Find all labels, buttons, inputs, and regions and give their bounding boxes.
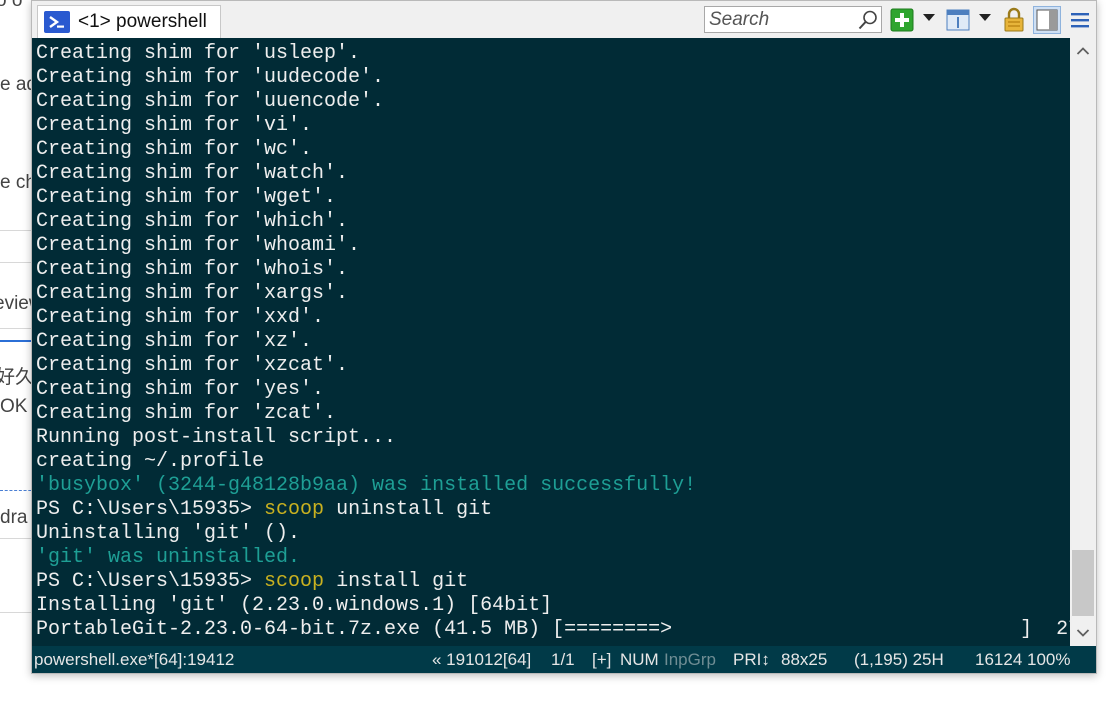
panel-toggle-icon[interactable] xyxy=(1033,6,1061,34)
console-line: Uninstalling 'git' (). xyxy=(36,522,300,546)
console-text: 'git' was uninstalled. xyxy=(36,546,301,569)
console-text: PortableGit-2.23.0-64-bit.7z.exe (41.5 M… xyxy=(36,618,1070,641)
console-text: Creating shim for 'xargs'. xyxy=(36,282,349,305)
console-text: Creating shim for 'uuencode'. xyxy=(36,90,385,113)
scroll-down-icon[interactable] xyxy=(1070,620,1096,646)
console-line: Creating shim for 'wc'. xyxy=(36,138,312,162)
console-line: 'busybox' (3244-g48128b9aa) was installe… xyxy=(36,474,696,498)
toolbar: <1> powershell xyxy=(32,1,1096,38)
lock-icon[interactable] xyxy=(1001,7,1027,33)
console-line: Creating shim for 'xzcat'. xyxy=(36,354,348,378)
console-text: Creating shim for 'wc'. xyxy=(36,138,313,161)
console-line: Creating shim for 'whoami'. xyxy=(36,234,360,258)
console-text: install git xyxy=(324,570,469,593)
split-view-icon[interactable] xyxy=(945,7,971,33)
console-line: Creating shim for 'xargs'. xyxy=(36,282,348,306)
status-size[interactable]: 88x25 xyxy=(781,650,827,670)
command-keyword: scoop xyxy=(264,498,325,521)
search-box xyxy=(704,6,882,33)
console-text: Creating shim for 'usleep'. xyxy=(36,42,361,65)
status-bar: powershell.exe*[64]:19412 « 191012[64] 1… xyxy=(32,646,1096,673)
console-line: Installing 'git' (2.23.0.windows.1) [64b… xyxy=(36,594,552,618)
console-text: Running post-install script... xyxy=(36,426,397,449)
status-keys-prefix[interactable]: [+] xyxy=(592,650,611,670)
console-line: Creating shim for 'usleep'. xyxy=(36,42,360,66)
new-console-plus-icon[interactable] xyxy=(889,7,915,33)
dropdown-arrow-icon[interactable] xyxy=(923,14,935,21)
status-process[interactable]: powershell.exe*[64]:19412 xyxy=(34,650,234,670)
console-text: Creating shim for 'zcat'. xyxy=(36,402,337,425)
console-text: Creating shim for 'xzcat'. xyxy=(36,354,349,377)
console-text: Creating shim for 'whois'. xyxy=(36,258,349,281)
console-output[interactable]: Creating shim for 'usleep'. Creating shim… xyxy=(32,38,1070,646)
background-text-fragment: o o xyxy=(0,0,23,11)
console-text: Creating shim for 'watch'. xyxy=(36,162,349,185)
console-text: Uninstalling 'git' (). xyxy=(36,522,301,545)
hamburger-menu-icon[interactable] xyxy=(1067,7,1093,33)
status-priority[interactable]: PRI↕ xyxy=(733,650,770,670)
console-line: creating ~/.profile xyxy=(36,450,264,474)
console-text: Creating shim for 'xxd'. xyxy=(36,306,325,329)
console-text: Creating shim for 'yes'. xyxy=(36,378,325,401)
console-line: Creating shim for 'xz'. xyxy=(36,330,312,354)
tab-powershell[interactable]: <1> powershell xyxy=(37,5,221,38)
status-build[interactable]: « 191012[64] xyxy=(432,650,531,670)
vertical-scrollbar[interactable] xyxy=(1070,38,1096,646)
console-text: Creating shim for 'whoami'. xyxy=(36,234,361,257)
console-line: Creating shim for 'zcat'. xyxy=(36,402,336,426)
search-input[interactable] xyxy=(705,7,855,32)
console-text: PS C:\Users\15935> xyxy=(36,498,265,521)
console-text: uninstall git xyxy=(324,498,493,521)
console-line: 'git' was uninstalled. xyxy=(36,546,300,570)
console-text: Creating shim for 'uudecode'. xyxy=(36,66,385,89)
console-text: Creating shim for 'vi'. xyxy=(36,114,313,137)
background-text-fragment: 好久 xyxy=(0,367,35,388)
console-line: Creating shim for 'wget'. xyxy=(36,186,336,210)
console-line: Creating shim for 'yes'. xyxy=(36,378,324,402)
status-cursor[interactable]: (1,195) 25H xyxy=(854,650,944,670)
tab-label: <1> powershell xyxy=(78,11,207,32)
status-pane[interactable]: 1/1 xyxy=(551,650,575,670)
console-line: PortableGit-2.23.0-64-bit.7z.exe (41.5 M… xyxy=(36,618,1070,642)
console-text: Installing 'git' (2.23.0.windows.1) [64b… xyxy=(36,594,553,617)
background-text-fragment: dra xyxy=(0,507,28,528)
status-num[interactable]: NUM xyxy=(620,650,659,670)
console-window: <1> powershell Creating shim for 'usleep… xyxy=(31,0,1097,674)
console-text: Creating shim for 'which'. xyxy=(36,210,349,233)
command-keyword: scoop xyxy=(264,570,325,593)
console-line: Creating shim for 'whois'. xyxy=(36,258,348,282)
console-line: Running post-install script... xyxy=(36,426,396,450)
console-line: Creating shim for 'xxd'. xyxy=(36,306,324,330)
console-text: Creating shim for 'xz'. xyxy=(36,330,313,353)
background-text-fragment: OK xyxy=(0,396,28,417)
scrollbar-thumb[interactable] xyxy=(1072,550,1094,616)
powershell-icon xyxy=(44,11,70,33)
status-inpgrp[interactable]: InpGrp xyxy=(664,650,716,670)
console-text: PS C:\Users\15935> xyxy=(36,570,265,593)
console-line: Creating shim for 'watch'. xyxy=(36,162,348,186)
console-line: Creating shim for 'uuencode'. xyxy=(36,90,384,114)
console-text: 'busybox' (3244-g48128b9aa) was installe… xyxy=(36,474,697,497)
console-line: Creating shim for 'vi'. xyxy=(36,114,312,138)
status-zoom[interactable]: 16124 100% xyxy=(975,650,1070,670)
console-line: Creating shim for 'which'. xyxy=(36,210,348,234)
console-text: Creating shim for 'wget'. xyxy=(36,186,337,209)
console-text: creating ~/.profile xyxy=(36,450,265,473)
console-line: PS C:\Users\15935> scoop install git xyxy=(36,570,468,594)
console-line: Creating shim for 'uudecode'. xyxy=(36,66,384,90)
dropdown-arrow-icon[interactable] xyxy=(979,14,991,21)
console-line: PS C:\Users\15935> scoop uninstall git xyxy=(36,498,492,522)
search-icon[interactable] xyxy=(857,9,879,31)
scroll-up-icon[interactable] xyxy=(1070,38,1096,64)
